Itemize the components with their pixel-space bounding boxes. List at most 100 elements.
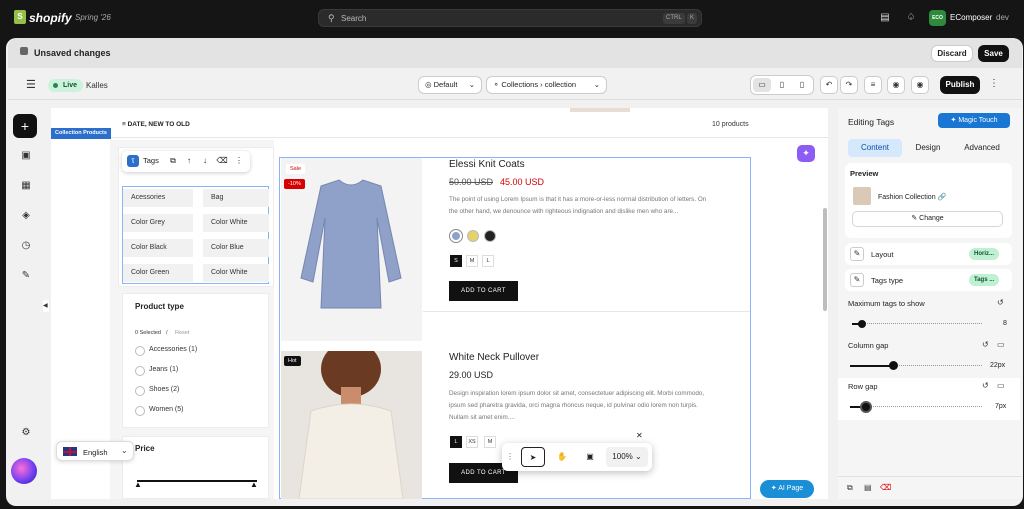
- price-range-track[interactable]: [137, 480, 257, 482]
- trash-icon[interactable]: ⌫: [216, 155, 228, 167]
- filter-option[interactable]: Women (5): [135, 406, 184, 416]
- fit-screen-icon[interactable]: ▣: [578, 447, 602, 467]
- inspect-icon[interactable]: ◉: [887, 76, 905, 94]
- tag-chip[interactable]: Color Blue: [203, 239, 269, 257]
- filter-title: Product type: [135, 302, 184, 311]
- product-image[interactable]: [281, 351, 422, 499]
- language-switcher[interactable]: English ⌄: [56, 441, 134, 461]
- duplicate-icon[interactable]: ⧉: [167, 155, 179, 167]
- history-icon[interactable]: ◷: [17, 237, 35, 255]
- tab-advanced[interactable]: Advanced: [956, 139, 1008, 157]
- drag-handle-icon[interactable]: ⋮: [505, 447, 515, 467]
- tags-type-value-pill[interactable]: Tags ...: [969, 274, 1000, 286]
- reset-icon[interactable]: ↺: [997, 298, 1004, 307]
- add-to-cart-button[interactable]: ADD TO CART: [449, 281, 518, 301]
- store-name[interactable]: EComposer: [950, 13, 992, 22]
- change-button[interactable]: ✎ Change: [852, 211, 1003, 227]
- collapse-rail-icon[interactable]: ◀: [43, 300, 49, 312]
- mobile-icon[interactable]: ▯: [793, 78, 811, 92]
- price-max-handle[interactable]: ▲: [250, 480, 258, 489]
- tag-chip[interactable]: Color White: [203, 214, 269, 232]
- product-title[interactable]: White Neck Pullover: [449, 352, 539, 363]
- tab-design[interactable]: Design: [905, 139, 951, 157]
- tag-chip[interactable]: Color White: [203, 264, 269, 282]
- magic-touch-button[interactable]: ✦ Magic Touch: [938, 113, 1010, 128]
- desktop-icon[interactable]: ▭: [997, 381, 1005, 390]
- close-icon[interactable]: ✕: [636, 431, 643, 440]
- publish-button[interactable]: Publish: [940, 76, 980, 94]
- brush-icon[interactable]: ✎: [17, 267, 35, 285]
- canvas-scrollbar[interactable]: [823, 208, 827, 311]
- reset-icon[interactable]: ↺: [982, 340, 989, 349]
- size-option[interactable]: S: [450, 255, 462, 267]
- filter-reset-link[interactable]: Reset: [175, 330, 189, 336]
- color-swatch[interactable]: [484, 230, 496, 242]
- save-button[interactable]: Save: [978, 45, 1009, 62]
- filter-option[interactable]: Shoes (2): [135, 386, 179, 396]
- size-option[interactable]: M: [466, 255, 478, 267]
- max-tags-slider[interactable]: [852, 323, 982, 325]
- slider-knob[interactable]: [889, 361, 899, 370]
- color-swatch[interactable]: [450, 230, 462, 242]
- store-avatar[interactable]: ECO: [929, 10, 946, 26]
- tag-chip[interactable]: Acessories: [123, 189, 193, 207]
- shopify-logo-icon[interactable]: S: [14, 10, 26, 24]
- shopify-wordmark[interactable]: shopify: [29, 11, 72, 25]
- unsaved-text: Unsaved changes: [34, 48, 111, 58]
- trash-icon[interactable]: ⌫: [880, 483, 891, 492]
- settings-sliders-icon[interactable]: ≡: [864, 76, 882, 94]
- tag-chip[interactable]: Color Green: [123, 264, 193, 282]
- layout-grid-icon[interactable]: ▦: [17, 177, 35, 195]
- tablet-icon[interactable]: ▯: [773, 78, 791, 92]
- add-section-button[interactable]: +: [13, 114, 37, 138]
- ai-assistant-avatar[interactable]: [11, 458, 37, 484]
- theme-name[interactable]: Kalles: [86, 81, 108, 90]
- zoom-select[interactable]: 100% ⌄: [606, 447, 648, 467]
- column-gap-label: Column gap: [848, 341, 889, 350]
- hand-tool-icon[interactable]: ✋: [550, 447, 574, 467]
- reset-icon[interactable]: ↺: [982, 381, 989, 390]
- template-select[interactable]: ⚬ Collections › collection ⌄: [486, 76, 607, 94]
- tab-content[interactable]: Content: [848, 139, 902, 157]
- market-select[interactable]: ◎ Default ⌄: [418, 76, 482, 94]
- ai-sparkle-icon[interactable]: ✦: [797, 145, 815, 162]
- sort-select[interactable]: ≡ DATE, NEW TO OLD: [122, 121, 190, 128]
- hamburger-menu-icon[interactable]: ☰: [26, 78, 36, 91]
- size-option[interactable]: L: [482, 255, 494, 267]
- template-icon[interactable]: ▤: [864, 483, 872, 492]
- more-options-icon[interactable]: ⋮: [233, 155, 245, 167]
- layers-icon[interactable]: ◈: [17, 207, 35, 225]
- sections-icon[interactable]: ▣: [17, 147, 35, 165]
- filter-option[interactable]: Accessories (1): [135, 346, 197, 356]
- price-min-handle[interactable]: ▲: [134, 480, 142, 489]
- undo-icon[interactable]: ↶: [820, 76, 838, 94]
- filter-option[interactable]: Jeans (1): [135, 366, 178, 376]
- desktop-icon[interactable]: ▭: [753, 78, 771, 92]
- search-bar[interactable]: ⚲ Search CTRL K: [318, 9, 702, 27]
- gear-icon[interactable]: ⚙: [17, 424, 35, 442]
- size-option[interactable]: M: [484, 436, 496, 448]
- discard-button[interactable]: Discard: [931, 45, 973, 62]
- layout-value-pill[interactable]: Horiz...: [969, 248, 1000, 260]
- more-options-icon[interactable]: ⋮: [989, 78, 999, 89]
- section-tag-label[interactable]: Collection Products: [51, 128, 111, 139]
- preview-eye-icon[interactable]: ◉: [911, 76, 929, 94]
- move-down-icon[interactable]: ↓: [199, 155, 211, 167]
- tag-chip[interactable]: Color Grey: [123, 214, 193, 232]
- copy-icon[interactable]: ⧉: [847, 483, 853, 493]
- product-title[interactable]: Elessi Knit Coats: [449, 159, 525, 170]
- redo-icon[interactable]: ↷: [840, 76, 858, 94]
- color-swatch[interactable]: [467, 230, 479, 242]
- bell-icon[interactable]: ♤: [904, 11, 918, 25]
- select-tool-icon[interactable]: ➤: [521, 447, 545, 467]
- tag-chip[interactable]: Color Black: [123, 239, 193, 257]
- desktop-icon[interactable]: ▭: [997, 340, 1005, 349]
- move-up-icon[interactable]: ↑: [183, 155, 195, 167]
- zoom-level: 100%: [612, 452, 633, 461]
- size-option[interactable]: XS: [466, 436, 478, 448]
- ai-page-button[interactable]: ✦ AI Page: [760, 480, 814, 498]
- slider-knob[interactable]: [859, 401, 872, 413]
- tag-chip[interactable]: Bag: [203, 189, 269, 207]
- inbox-icon[interactable]: ▤: [878, 11, 892, 25]
- size-option[interactable]: L: [450, 436, 462, 448]
